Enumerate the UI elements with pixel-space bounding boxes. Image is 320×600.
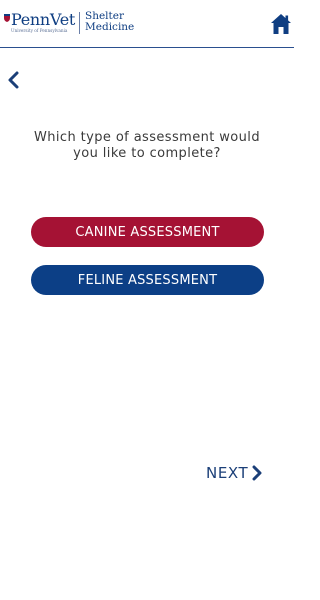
feline-assessment-button[interactable]: FELINE ASSESSMENT (31, 265, 264, 295)
next-label: NEXT (206, 464, 249, 482)
canine-assessment-button[interactable]: CANINE ASSESSMENT (31, 217, 264, 247)
home-button[interactable] (270, 12, 292, 36)
back-button[interactable] (6, 70, 22, 90)
program-line-2: Medicine (85, 21, 135, 33)
assessment-type-prompt: Which type of assessment would you like … (34, 130, 260, 161)
app-header: PennVet University of Pennsylvania Shelt… (0, 0, 294, 48)
chevron-left-icon (8, 71, 19, 89)
pennvet-logo: PennVet University of Pennsylvania (4, 11, 75, 34)
next-button[interactable]: NEXT (206, 463, 263, 483)
penn-shield-icon (4, 14, 10, 22)
university-tagline: University of Pennsylvania (11, 28, 68, 33)
brand-name: PennVet (11, 10, 76, 29)
program-name: Shelter Medicine (85, 11, 134, 33)
home-icon (271, 14, 291, 34)
logo-divider (79, 12, 81, 34)
pennvet-shelter-medicine-logo: PennVet University of Pennsylvania Shelt… (4, 11, 134, 37)
chevron-right-icon (252, 465, 262, 481)
